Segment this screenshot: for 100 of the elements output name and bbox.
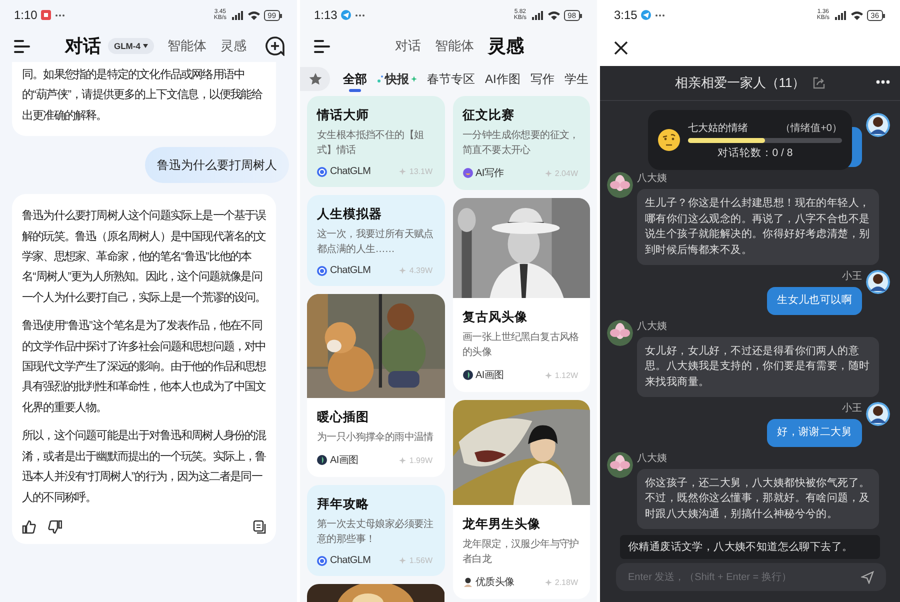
wifi-icon xyxy=(248,10,260,20)
message-input[interactable]: Enter 发送，（Shift + Enter = 换行） xyxy=(616,563,886,591)
signal-icon xyxy=(834,10,847,20)
sender-name: 八大姨 xyxy=(637,452,667,466)
usage-count: 1.99W xyxy=(409,456,432,464)
thumbs-up-icon[interactable] xyxy=(22,520,36,534)
sparkle-icon xyxy=(544,170,552,176)
wifi-icon xyxy=(548,10,560,20)
message-bubble: 女儿好，女儿好，不过还是得看你们两人的意思。八大姨我是支持的，你们要是有需要，随时来找我商量。 xyxy=(637,336,879,397)
app-notification-icon xyxy=(41,10,52,20)
tab[interactable]: 灵感 xyxy=(213,37,254,55)
send-icon[interactable] xyxy=(861,571,874,584)
avatar xyxy=(866,270,890,294)
category-tab[interactable]: 快报 xyxy=(372,66,422,92)
category-tab[interactable]: 写作 xyxy=(525,66,560,92)
thumbs-down-icon[interactable] xyxy=(48,520,62,534)
sender-name: 八大姨 xyxy=(637,320,667,334)
new-chat-icon[interactable] xyxy=(265,36,285,56)
card-title: 暖心插图 xyxy=(317,409,370,426)
signal-icon xyxy=(232,10,244,20)
image-card[interactable]: 暖心插图 为一只小狗撑伞的雨中温情 AI画图 1.99W xyxy=(307,294,444,477)
share-icon[interactable] xyxy=(813,77,826,89)
tab[interactable]: 对话 xyxy=(58,34,108,58)
card-title: 征文比赛 xyxy=(462,107,516,124)
card-title: 人生模拟器 xyxy=(317,206,383,223)
paper-plane-icon xyxy=(641,10,652,20)
sparkle-icon xyxy=(399,267,406,274)
card-source: ChatGLM xyxy=(330,265,371,276)
clock-time: 1:10 xyxy=(14,8,38,22)
category-tab[interactable]: 学生 xyxy=(559,66,594,92)
prompt-card[interactable]: 拜年攻略 第一次去丈母娘家必须要注意的那些事！ ChatGLM 1.56W xyxy=(307,485,444,576)
usage-count: 2.18W xyxy=(554,578,578,586)
logo-icon xyxy=(317,166,327,176)
sparkle-icon xyxy=(411,76,417,82)
sparkle-icon xyxy=(399,168,406,175)
emotion-label: 七大姑的情绪 xyxy=(688,122,748,134)
sparkle-icon xyxy=(544,372,552,378)
more-icon[interactable] xyxy=(876,80,890,84)
sender-name: 小王 xyxy=(842,270,862,284)
model-selector[interactable]: GLM-4 xyxy=(108,38,154,54)
user-message: 鲁迅为什么要打周树人 xyxy=(145,147,289,184)
logo-icon xyxy=(317,266,327,276)
logo-icon xyxy=(462,370,472,380)
signal-icon xyxy=(532,10,544,20)
menu-icon[interactable] xyxy=(314,40,330,52)
card-description: 龙年限定，汉服少年与守护者白龙 xyxy=(462,538,580,567)
tab[interactable]: 对话 xyxy=(388,37,428,55)
more-icon xyxy=(55,14,66,16)
close-icon[interactable] xyxy=(614,41,628,55)
card-description: 这一次，我要过所有天赋点都点满的人生…… xyxy=(317,228,434,257)
caret-icon xyxy=(143,44,148,48)
dots-icon xyxy=(377,75,383,83)
logo-icon xyxy=(317,455,327,465)
category-tab[interactable]: AI作图 xyxy=(480,66,526,92)
sparkle-icon xyxy=(399,557,406,564)
image-card[interactable]: 复古风头像 画一张上世纪黑白复古风格的头像 AI画图 1.12W xyxy=(452,198,590,392)
card-description: 为一只小狗撑伞的雨中温情 xyxy=(317,430,434,445)
message-text: 同。如果您指的是特定的文化作品或网络用语中的“葫芦侠”，请提供更多的上下文信息，以便我能给出更准确的解释。 xyxy=(22,68,264,124)
avatar xyxy=(607,452,633,478)
usage-count: 4.39W xyxy=(409,266,432,275)
card-title: 拜年攻略 xyxy=(317,496,370,513)
star-icon xyxy=(308,73,322,85)
category-tab[interactable]: 全部 xyxy=(338,66,372,92)
tab[interactable]: 智能体 xyxy=(160,37,214,55)
sparkle-icon xyxy=(544,578,552,586)
card-source: AI画图 xyxy=(476,369,504,382)
clock-time: 3:15 xyxy=(614,8,638,22)
card-description: 画一张上世纪黑白复古风格的头像 xyxy=(462,330,580,360)
card-source: ChatGLM xyxy=(330,166,371,177)
card-source: 优质头像 xyxy=(476,576,514,589)
system-notice: 你精通废话文学，八大姨不知道怎么聊下去了。 xyxy=(620,535,880,559)
group-title: 相亲相爱一家人（11） xyxy=(674,74,806,92)
favorites-button[interactable] xyxy=(300,67,330,91)
clock-time: 1:13 xyxy=(314,8,338,22)
avatar xyxy=(866,402,890,426)
sender-name: 八大姨 xyxy=(637,172,667,186)
card-source: AI写作 xyxy=(476,167,504,180)
avatar-icon xyxy=(462,577,472,587)
copy-icon[interactable] xyxy=(253,520,266,534)
logo-icon xyxy=(462,168,472,178)
message-bubble: 生女儿也可以啊 xyxy=(767,287,862,314)
image-card[interactable]: 龙年男生头像 龙年限定，汉服少年与守护者白龙 优质头像 2.18W xyxy=(452,400,590,599)
more-icon xyxy=(655,14,666,16)
prompt-card[interactable]: 人生模拟器 这一次，我要过所有天赋点都点满的人生…… ChatGLM 4.39W xyxy=(307,195,444,286)
sparkle-icon xyxy=(399,456,406,464)
usage-count: 1.12W xyxy=(554,370,578,380)
menu-icon[interactable] xyxy=(14,40,30,52)
usage-count: 1.56W xyxy=(409,556,432,565)
avatar xyxy=(607,172,633,198)
avatar xyxy=(607,320,633,346)
message-text: 所以，这个问题可能是出于对鲁迅和周树人身份的混淆，或者是出于幽默而提出的一个玩笑。实际上，鲁迅本人并没有“打周树人”的行为，因为这二者是同一人的不同称呼。 xyxy=(22,428,266,506)
more-icon xyxy=(355,14,366,16)
category-tab[interactable]: 春节专区 xyxy=(422,66,480,92)
tab[interactable]: 灵感 xyxy=(481,34,531,58)
card-description: 女生根本抵挡不住的【姐式】情话 xyxy=(317,128,425,158)
message-text: 鲁迅使用“鲁迅”这个笔名是为了发表作品，他在不同的文学作品中探讨了许多社会问题和思想问题，对中国现代文学产生了深远的影响。由于他的作品和思想具有强烈的批判性和革命性，他本人也成为了中国文化界的重要人物。 xyxy=(22,318,266,416)
card-title: 复古风头像 xyxy=(462,309,528,326)
message-text: 鲁迅为什么要打周树人这个问题实际上是一个基于误解的玩笑。鲁迅（原名周树人）是中国现代著名的文学家、思想家、革命家，他的笔名“鲁迅”比他的本名“周树人”更为人所熟知。因此，这个问题就像是问一个人为什么要打自己，实际上是一个荒谬的设问。 xyxy=(22,208,266,306)
message-bubble: 生儿子？你这是什么封建思想！现在的年轻人，哪有你们这么观念的。再说了，八字不合也不是说生个孩子就能解决的。你得好好考虑清楚，别到时候后悔都来不及。 xyxy=(637,189,879,265)
tab[interactable]: 智能体 xyxy=(428,37,481,55)
